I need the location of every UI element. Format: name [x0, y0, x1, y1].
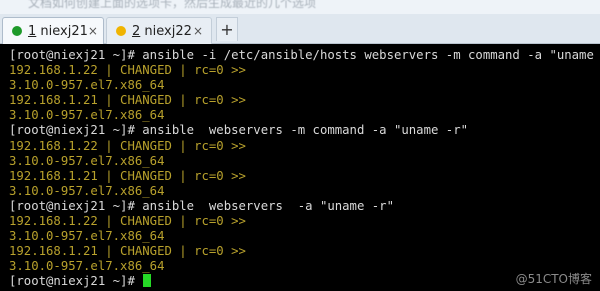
terminal-line: 3.10.0-957.el7.x86_64	[9, 259, 165, 274]
terminal-line: [root@niexj21 ~]# ansible -i /etc/ansibl…	[9, 48, 600, 62]
top-banner: 文档如何创建上面的选项卡，然后生成最近的几个选项	[0, 0, 600, 14]
terminal-line: [root@niexj21 ~]# ansible webservers -m …	[9, 123, 469, 138]
terminal-line: 3.10.0-957.el7.x86_64	[9, 108, 165, 123]
terminal-window: 文档如何创建上面的选项卡，然后生成最近的几个选项 1 niexj21 × 2 n…	[0, 0, 600, 291]
terminal-output[interactable]: [root@niexj21 ~]# ansible -i /etc/ansibl…	[0, 45, 600, 291]
banner-text: 文档如何创建上面的选项卡，然后生成最近的几个选项	[28, 0, 317, 10]
tab-title: niexj22	[140, 23, 192, 39]
watermark: @51CTO博客	[515, 272, 592, 286]
terminal-line: 192.168.1.22 | CHANGED | rc=0 >>	[9, 214, 246, 229]
prompt: [root@niexj21 ~]#	[9, 274, 143, 289]
terminal-line: 192.168.1.21 | CHANGED | rc=0 >>	[9, 244, 246, 259]
connected-status-icon	[12, 26, 22, 36]
terminal-line: 3.10.0-957.el7.x86_64	[9, 229, 165, 244]
terminal-prompt-line[interactable]: [root@niexj21 ~]#	[9, 274, 600, 289]
terminal-line: 192.168.1.21 | CHANGED | rc=0 >>	[9, 93, 246, 108]
terminal-line: [root@niexj21 ~]# ansible webservers -a …	[9, 198, 394, 213]
terminal-line: 3.10.0-957.el7.x86_64	[9, 153, 165, 168]
tab-bar: 1 niexj21 × 2 niexj22 × +	[0, 14, 600, 44]
tab-label: 2 niexj22	[132, 24, 192, 39]
tab-title: niexj21	[36, 23, 88, 39]
terminal-line: 3.10.0-957.el7.x86_64	[9, 78, 165, 93]
tab-niexj22[interactable]: 2 niexj22 ×	[106, 17, 212, 44]
warning-status-icon	[116, 26, 126, 36]
new-tab-button[interactable]: +	[216, 17, 238, 41]
terminal-line: 3.10.0-957.el7.x86_64	[9, 183, 165, 198]
terminal-line: 192.168.1.21 | CHANGED | rc=0 >>	[9, 168, 246, 183]
close-icon[interactable]: ×	[193, 24, 203, 38]
terminal-line: 192.168.1.22 | CHANGED | rc=0 >>	[9, 138, 246, 153]
close-icon[interactable]: ×	[88, 24, 98, 38]
text-cursor	[143, 274, 152, 288]
tab-niexj21[interactable]: 1 niexj21 ×	[2, 17, 104, 44]
terminal-line: 192.168.1.22 | CHANGED | rc=0 >>	[9, 63, 246, 78]
tab-label: 1 niexj21	[28, 24, 88, 39]
